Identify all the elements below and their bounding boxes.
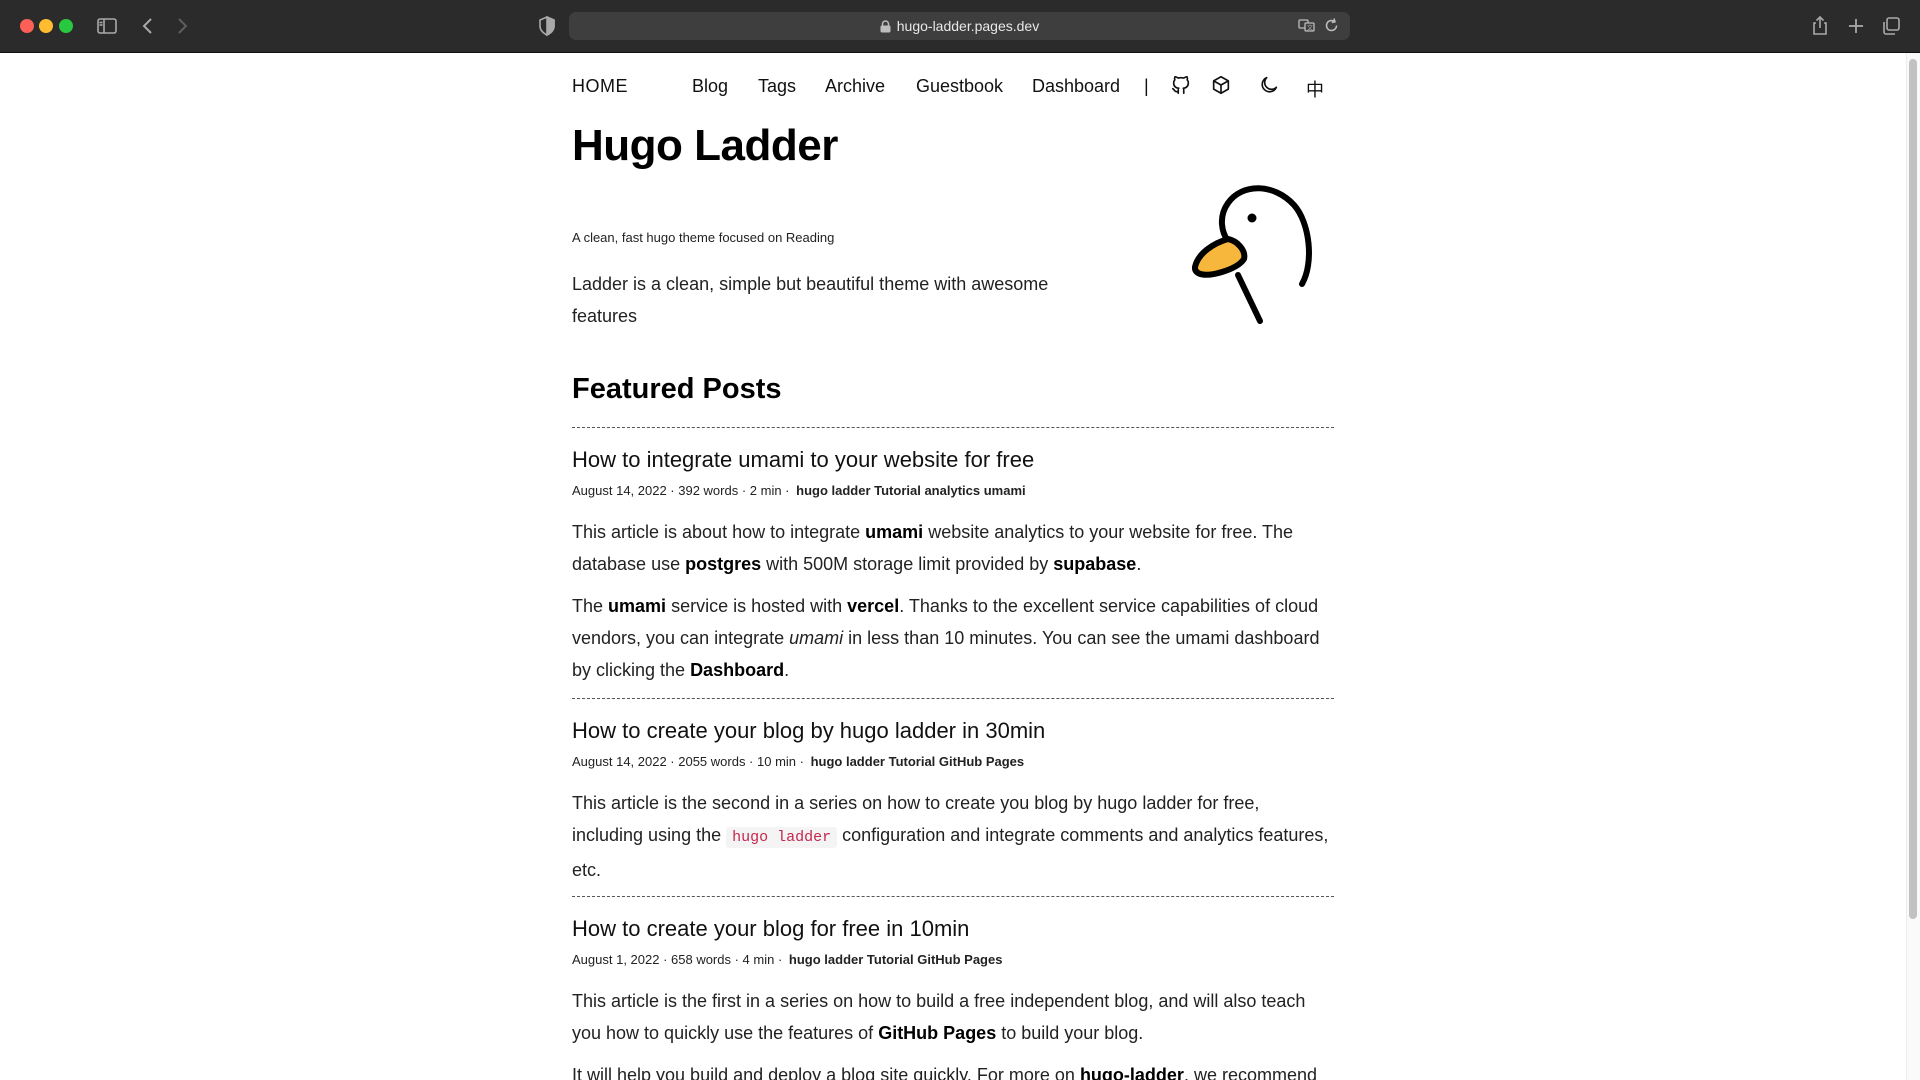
site-title: Hugo Ladder bbox=[572, 121, 838, 170]
post-tags[interactable]: hugo ladder Tutorial GitHub Pages bbox=[789, 952, 1003, 967]
share-icon[interactable] bbox=[1808, 14, 1832, 38]
post-item: How to create your blog for free in 10mi… bbox=[572, 916, 1334, 1080]
back-icon[interactable] bbox=[136, 14, 160, 38]
lock-icon bbox=[880, 19, 891, 33]
post-meta: August 14, 2022 · 2055 words · 10 min · … bbox=[572, 754, 1334, 769]
post-summary: This article is the first in a series on… bbox=[572, 985, 1334, 1080]
duck-logo-image bbox=[1192, 185, 1312, 324]
scrollbar[interactable] bbox=[1906, 53, 1920, 1080]
post-paragraph: It will help you build and deploy a blog… bbox=[572, 1065, 1317, 1080]
post-summary: This article is the second in a series o… bbox=[572, 787, 1334, 886]
post-title-link[interactable]: How to integrate umami to your website f… bbox=[572, 447, 1334, 473]
address-bar-url: hugo-ladder.pages.dev bbox=[896, 18, 1040, 34]
close-window-button[interactable] bbox=[20, 19, 34, 33]
sidebar-toggle-icon[interactable] bbox=[95, 14, 119, 38]
nav-link-tags[interactable]: Tags bbox=[758, 76, 796, 97]
browser-toolbar: hugo-ladder.pages.dev 文 bbox=[0, 0, 1920, 53]
post-summary: This article is about how to integrate u… bbox=[572, 516, 1334, 686]
translate-icon[interactable]: 文 bbox=[1298, 17, 1315, 34]
section-divider bbox=[572, 427, 1334, 428]
post-paragraph: This article is about how to integrate u… bbox=[572, 522, 1294, 574]
site-description: Ladder is a clean, simple but beautiful … bbox=[572, 274, 1049, 326]
post-meta-info: August 14, 2022 · 392 words · 2 min · bbox=[572, 483, 790, 498]
post-tags[interactable]: hugo ladder Tutorial analytics umami bbox=[796, 483, 1025, 498]
github-icon[interactable] bbox=[1170, 74, 1192, 96]
site-subtitle: A clean, fast hugo theme focused on Read… bbox=[572, 230, 835, 245]
scrollbar-thumb[interactable] bbox=[1909, 59, 1917, 919]
address-bar[interactable]: hugo-ladder.pages.dev 文 bbox=[569, 12, 1350, 40]
tab-overview-icon[interactable] bbox=[1879, 14, 1903, 38]
svg-text:文: 文 bbox=[1307, 24, 1313, 32]
page-content: HOME Blog Tags Archive Guestbook Dashboa… bbox=[572, 53, 1334, 1080]
post-tags[interactable]: hugo ladder Tutorial GitHub Pages bbox=[811, 754, 1025, 769]
post-divider bbox=[572, 698, 1334, 699]
nav-link-guestbook[interactable]: Guestbook bbox=[916, 76, 1003, 97]
nav-link-archive[interactable]: Archive bbox=[825, 76, 885, 97]
cube-icon[interactable] bbox=[1210, 74, 1232, 96]
forward-icon[interactable] bbox=[170, 14, 194, 38]
minimize-window-button[interactable] bbox=[39, 19, 53, 33]
inline-code: hugo ladder bbox=[726, 827, 838, 848]
post-paragraph: The umami service is hosted with vercel.… bbox=[572, 596, 1320, 680]
site-nav: HOME Blog Tags Archive Guestbook Dashboa… bbox=[572, 53, 1334, 118]
privacy-shield-icon[interactable] bbox=[535, 14, 559, 38]
nav-link-blog[interactable]: Blog bbox=[692, 76, 728, 97]
post-title-link[interactable]: How to create your blog by hugo ladder i… bbox=[572, 718, 1334, 744]
post-meta: August 1, 2022 · 658 words · 4 min · hug… bbox=[572, 952, 1334, 967]
post-meta-info: August 1, 2022 · 658 words · 4 min · bbox=[572, 952, 783, 967]
nav-link-dashboard[interactable]: Dashboard bbox=[1032, 76, 1120, 97]
post-meta-info: August 14, 2022 · 2055 words · 10 min · bbox=[572, 754, 804, 769]
post-item: How to create your blog by hugo ladder i… bbox=[572, 718, 1334, 886]
post-meta: August 14, 2022 · 392 words · 2 min · hu… bbox=[572, 483, 1334, 498]
nav-separator: | bbox=[1144, 76, 1149, 96]
page-viewport: HOME Blog Tags Archive Guestbook Dashboa… bbox=[0, 53, 1920, 1080]
featured-posts-heading: Featured Posts bbox=[572, 373, 782, 405]
zoom-window-button[interactable] bbox=[59, 19, 73, 33]
nav-home-link[interactable]: HOME bbox=[572, 76, 628, 97]
post-paragraph: This article is the first in a series on… bbox=[572, 991, 1306, 1043]
post-item: How to integrate umami to your website f… bbox=[572, 447, 1334, 686]
moon-icon[interactable] bbox=[1258, 74, 1280, 96]
language-switch-link[interactable]: 中 bbox=[1306, 76, 1324, 102]
post-paragraph: This article is the second in a series o… bbox=[572, 793, 1329, 880]
reload-icon[interactable] bbox=[1323, 17, 1340, 34]
post-title-link[interactable]: How to create your blog for free in 10mi… bbox=[572, 916, 1334, 942]
post-divider bbox=[572, 896, 1334, 897]
new-tab-icon[interactable] bbox=[1844, 14, 1868, 38]
